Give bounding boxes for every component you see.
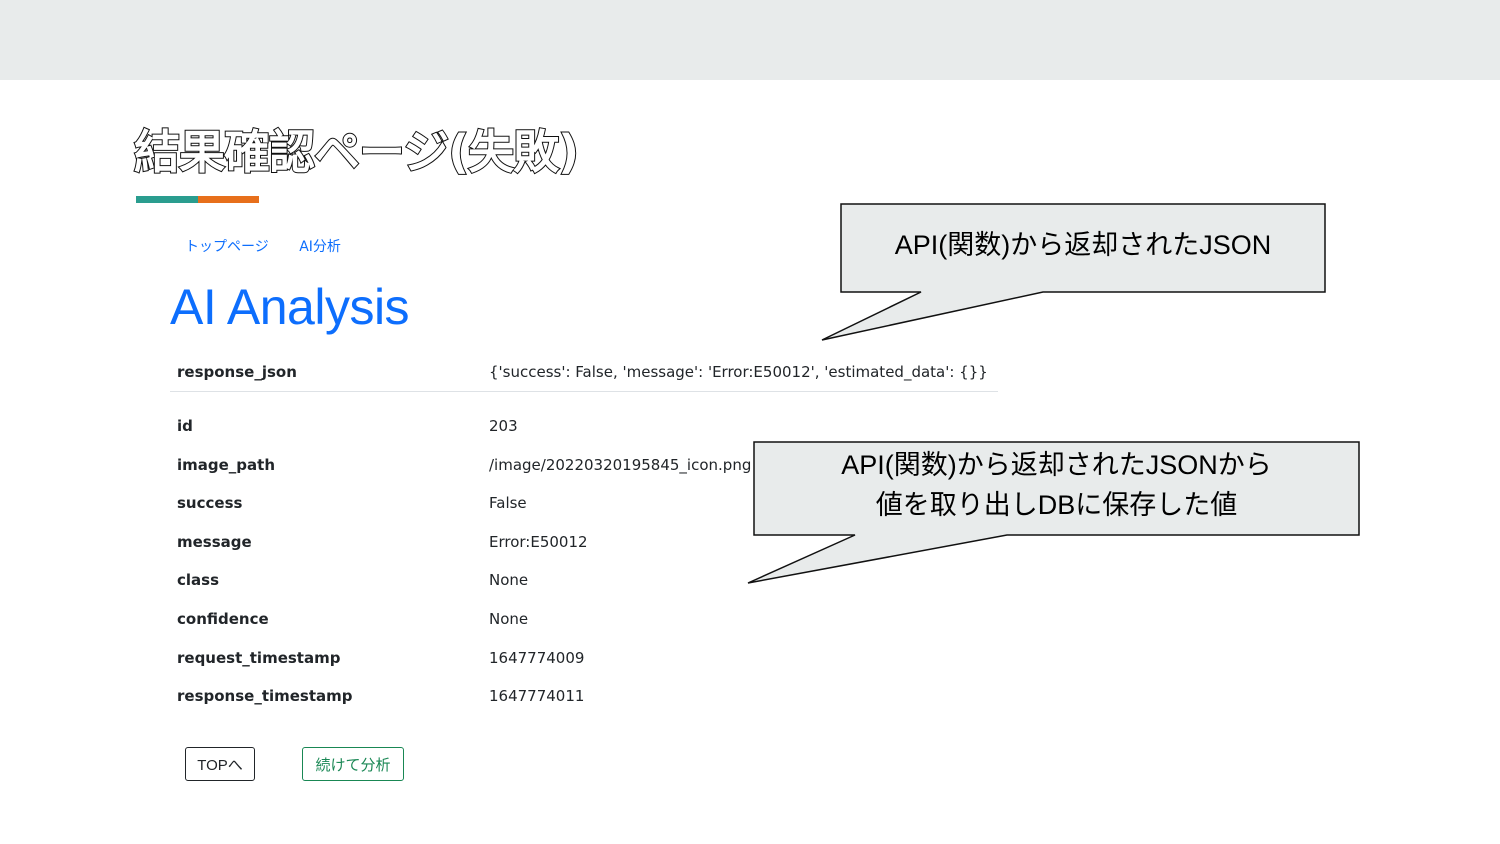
row-value: False [489,494,527,513]
row-key: success [177,494,243,513]
top-button[interactable]: TOPへ [185,747,255,781]
table-row: image_path /image/20220320195845_icon.pn… [170,447,770,486]
accent-bar-orange [198,196,259,203]
table-row: confidence None [170,601,770,640]
header-band [0,0,1500,80]
table-row: message Error:E50012 [170,524,770,563]
callout-2-line-2: 値を取り出しDBに保存した値 [875,490,1238,520]
row-key: response_timestamp [177,687,353,706]
nav-link-top-page[interactable]: トップページ [185,239,269,255]
nav-link-ai-analysis[interactable]: AI分析 [299,239,341,255]
table-row: response_timestamp 1647774011 [170,678,770,717]
row-value: None [489,571,529,590]
accent-bar-teal [136,196,198,203]
row-value: Error:E50012 [489,532,588,551]
nav-links: トップページ AI分析 [185,236,367,256]
callout-2-text: API(関数)から返却されたJSONから 値を取り出しDBに保存した値 [755,445,1358,525]
row-key: message [177,532,252,551]
record-table: id 203 image_path /image/20220320195845_… [170,408,770,717]
table-row: id 203 [170,408,770,447]
slide-title: 結果確認ページ(失敗) [133,124,580,180]
callout-1-text: API(関数)から返却されたJSON [894,230,1272,260]
row-key: image_path [177,455,276,474]
row-key: confidence [177,609,269,628]
table-row: success False [170,485,770,524]
row-key: response_json [177,363,297,381]
row-key: class [177,571,220,590]
row-value: 203 [489,417,518,435]
row-value: 1647774011 [489,687,585,706]
row-value: 1647774009 [489,648,585,667]
page-title: AI Analysis [170,279,410,335]
continue-analysis-button[interactable]: 続けて分析 [302,747,404,781]
response-json-row: response_json {'success': False, 'messag… [170,352,998,392]
row-value: {'success': False, 'message': 'Error:E50… [489,363,988,381]
row-value: /image/20220320195845_icon.png [489,455,752,474]
callout-2-line-1: API(関数)から返却されたJSONから [841,450,1272,480]
table-row: class None [170,562,770,601]
table-row: request_timestamp 1647774009 [170,640,770,679]
row-value: None [489,609,529,628]
row-key: id [177,417,193,435]
row-key: request_timestamp [177,648,341,667]
